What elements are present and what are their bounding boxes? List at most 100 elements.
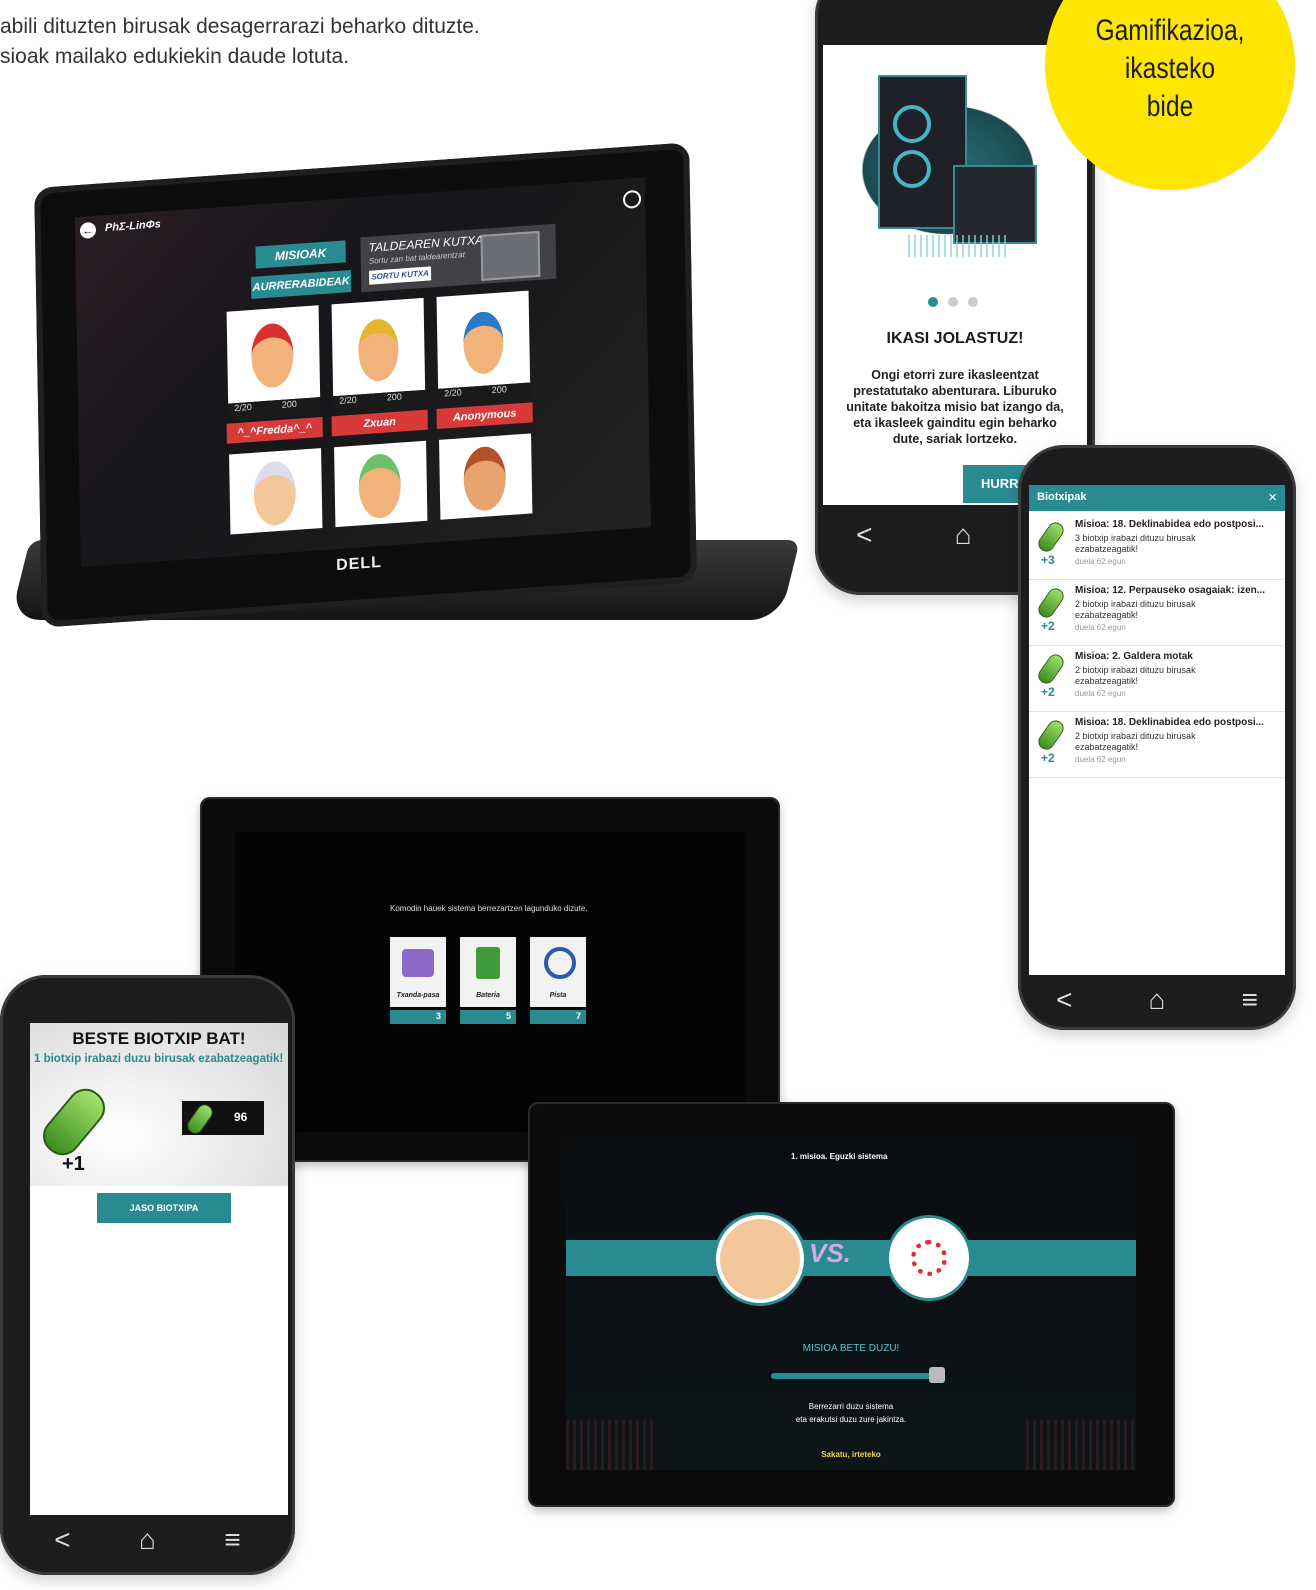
settings-gear-icon[interactable] bbox=[622, 189, 642, 209]
pager-dot[interactable] bbox=[968, 297, 978, 307]
player-card[interactable] bbox=[229, 448, 323, 535]
biotxip-pill-icon bbox=[1035, 717, 1067, 753]
home-icon[interactable]: ⌂ bbox=[139, 1524, 156, 1556]
points-label: +2 bbox=[1041, 685, 1055, 699]
vs-label: VS. bbox=[809, 1238, 851, 1268]
biotxips-title: Biotxipak bbox=[1037, 491, 1087, 503]
count-value: 5 bbox=[505, 1011, 511, 1021]
player-name: Anonymous bbox=[436, 402, 533, 430]
badge-line-1: Gamifikazioa, bbox=[1095, 14, 1245, 47]
progress-button[interactable]: AURRERABIDEAK bbox=[250, 269, 352, 299]
list-item[interactable]: +2 Misioa: 18. Deklinabidea edo postposi… bbox=[1029, 713, 1285, 778]
mission-complete: MISIOA BETE DUZU! bbox=[802, 1343, 900, 1354]
pager-dot-active[interactable] bbox=[928, 297, 938, 307]
count-value: 7 bbox=[575, 1011, 581, 1021]
player-avatar bbox=[716, 1215, 804, 1303]
item-time: duela 62 egun bbox=[1075, 689, 1126, 698]
avatar bbox=[358, 452, 402, 520]
team-box-title: TALDEAREN KUTXA bbox=[368, 232, 484, 255]
phone-reward-navbar: < ⌂ ≡ bbox=[20, 1520, 275, 1560]
menu-icon[interactable]: ≡ bbox=[224, 1524, 240, 1556]
welcome-body: Ongi etorri zure ikasleentzat prestatuta… bbox=[846, 368, 1064, 446]
avatar bbox=[250, 322, 294, 389]
item-title: Misioa: 2. Galdera motak bbox=[1075, 651, 1193, 662]
tablet-mission-screen: 1. misioa. Eguzki sistema VS. MISIOA BET… bbox=[566, 1140, 1136, 1470]
city-skyline bbox=[1026, 1420, 1136, 1470]
item-desc-1: 2 biotxip irabazi dituzu birusak bbox=[1075, 599, 1196, 609]
home-icon[interactable]: ⌂ bbox=[955, 519, 972, 551]
player-card[interactable] bbox=[226, 305, 321, 404]
points-label: +2 bbox=[1041, 619, 1055, 633]
pager-dots[interactable] bbox=[928, 297, 988, 309]
mission-title: 1. misioa. Eguzki sistema bbox=[791, 1152, 888, 1161]
badge-text: Gamifikazioa, ikasteko bide bbox=[1068, 12, 1273, 126]
phone-biotxips-screen: Biotxipak × +3 Misioa: 18. Deklinabidea … bbox=[1029, 485, 1285, 975]
biotxip-pill-icon bbox=[184, 1101, 216, 1137]
collect-biotxip-button[interactable]: JASO BIOTXIPA bbox=[97, 1193, 231, 1223]
item-title: Misioa: 18. Deklinabidea edo postposi... bbox=[1075, 519, 1264, 530]
player-name: Zxuan bbox=[331, 409, 428, 437]
battery-icon bbox=[476, 947, 500, 979]
count-value: 3 bbox=[435, 1011, 441, 1021]
list-item[interactable]: +2 Misioa: 2. Galdera motak 2 biotxip ir… bbox=[1029, 647, 1285, 712]
close-icon[interactable]: × bbox=[1268, 489, 1277, 506]
wildcard-card[interactable]: Txanda-pasa bbox=[390, 937, 446, 1007]
avatar bbox=[357, 317, 399, 383]
back-icon[interactable]: < bbox=[54, 1524, 70, 1556]
phone-reward-screen: BESTE BIOTXIP BAT! 1 biotxip irabazi duz… bbox=[30, 1023, 288, 1515]
wildcard-card[interactable]: Pista bbox=[530, 937, 586, 1007]
missions-button[interactable]: MISIOAK bbox=[255, 240, 346, 269]
player-card[interactable] bbox=[331, 297, 426, 397]
biotxip-pill-icon bbox=[1035, 651, 1067, 687]
avatar bbox=[462, 310, 504, 376]
player-name: ^_^Fredda^_^ bbox=[226, 417, 323, 444]
pager-dot[interactable] bbox=[948, 297, 958, 307]
item-desc-2: ezabatzeagatik! bbox=[1075, 544, 1139, 554]
biotxip-total-box: 96 bbox=[182, 1101, 264, 1137]
item-time: duela 62 egun bbox=[1075, 755, 1126, 764]
points-label: +2 bbox=[1041, 751, 1055, 765]
phone-reward: BESTE BIOTXIP BAT! 1 biotxip irabazi duz… bbox=[0, 975, 295, 1575]
phone-biotxips: Biotxipak × +3 Misioa: 18. Deklinabidea … bbox=[1018, 445, 1296, 1030]
player-card[interactable] bbox=[334, 440, 428, 528]
item-desc-1: 2 biotxip irabazi dituzu birusak bbox=[1075, 731, 1196, 741]
badge-line-2: ikasteko bbox=[1124, 52, 1216, 85]
team-box-panel: TALDEAREN KUTXA Sortu zan bat taldearent… bbox=[360, 223, 557, 293]
item-desc-2: ezabatzeagatik! bbox=[1075, 742, 1139, 752]
item-desc-2: ezabatzeagatik! bbox=[1075, 610, 1139, 620]
wildcard-count: 3 bbox=[390, 1010, 446, 1024]
phone-welcome-screen: IKASI JOLASTUZ! Ongi etorri zure ikaslee… bbox=[823, 45, 1087, 505]
back-arrow-icon[interactable]: ← bbox=[79, 221, 97, 239]
create-box-button[interactable]: SORTU KUTXA bbox=[369, 266, 432, 285]
list-item[interactable]: +3 Misioa: 18. Deklinabidea edo postposi… bbox=[1029, 515, 1285, 580]
completion-bar bbox=[771, 1373, 941, 1379]
wildcards-caption: Komodin hauek sistema berrezartzen lagun… bbox=[390, 904, 588, 913]
points-label: +3 bbox=[1041, 553, 1055, 567]
player-card[interactable] bbox=[436, 290, 531, 389]
biotxips-header: Biotxipak × bbox=[1029, 485, 1285, 511]
laptop-app: ← PhΣ-LinΦs MISIOAK AURRERABIDEAK TALDEA… bbox=[74, 177, 651, 567]
item-desc-1: 3 biotxip irabazi dituzu birusak bbox=[1075, 533, 1196, 543]
reward-subtitle: 1 biotxip irabazi duzu birusak ezabatzea… bbox=[34, 1053, 284, 1065]
menu-icon[interactable]: ≡ bbox=[1242, 984, 1258, 1016]
avatar bbox=[253, 459, 297, 527]
list-item[interactable]: +2 Misioa: 12. Perpauseko osagaiak: izen… bbox=[1029, 581, 1285, 646]
tablet-mission: 1. misioa. Eguzki sistema VS. MISIOA BET… bbox=[528, 1102, 1175, 1507]
laptop-screen: ← PhΣ-LinΦs MISIOAK AURRERABIDEAK TALDEA… bbox=[34, 142, 697, 628]
wildcard-label: Txanda-pasa bbox=[396, 992, 440, 999]
home-icon[interactable]: ⌂ bbox=[1149, 984, 1166, 1016]
safe-icon bbox=[480, 230, 541, 281]
reward-plus: +1 bbox=[62, 1153, 85, 1175]
player-card[interactable] bbox=[439, 433, 533, 520]
teal-band bbox=[566, 1240, 1136, 1276]
computer-illustration bbox=[848, 65, 1058, 265]
back-icon[interactable]: < bbox=[856, 519, 872, 551]
phone-biotxips-navbar: < ⌂ ≡ bbox=[1018, 980, 1296, 1020]
wildcard-card[interactable]: Bateria bbox=[460, 937, 516, 1007]
pass-turn-icon bbox=[402, 949, 434, 977]
reward-title: BESTE BIOTXIP BAT! bbox=[72, 1029, 246, 1048]
badge-line-3: bide bbox=[1146, 90, 1194, 123]
item-title: Misioa: 18. Deklinabidea edo postposi... bbox=[1075, 717, 1264, 728]
back-icon[interactable]: < bbox=[1056, 984, 1072, 1016]
result-msg-1: Berrezarri duzu sistema bbox=[808, 1402, 894, 1411]
